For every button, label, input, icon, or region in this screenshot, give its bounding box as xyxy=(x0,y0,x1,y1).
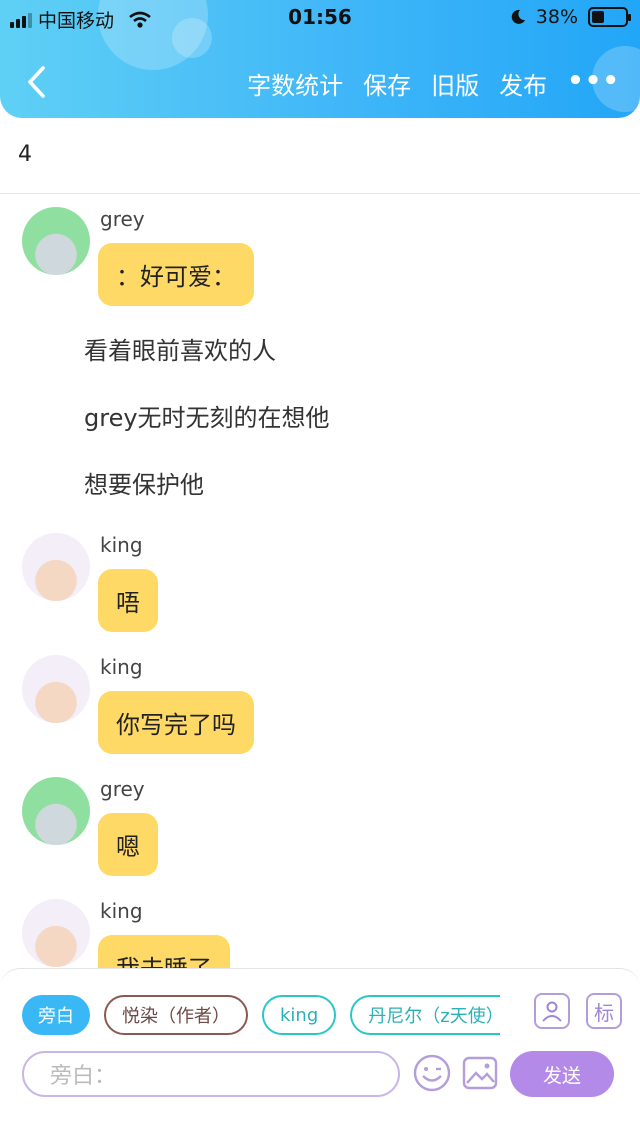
top-bar: 中国移动 01:56 38% 字数统计 保存 旧版 发布 ••• xyxy=(0,0,640,118)
narration-line[interactable]: 看着眼前喜欢的人 xyxy=(84,331,276,366)
message-bubble[interactable]: ：好可爱： xyxy=(98,243,254,306)
old-version-button[interactable]: 旧版 xyxy=(431,66,479,101)
narration-line[interactable]: grey无时无刻的在想他 xyxy=(84,398,330,433)
image-icon[interactable] xyxy=(460,1053,500,1093)
role-chips: 旁白 悦染（作者） king 丹尼尔（z天使） xyxy=(22,995,501,1035)
role-chip-author[interactable]: 悦染（作者） xyxy=(104,995,248,1035)
message-bubble[interactable]: 唔 xyxy=(98,569,158,632)
speaker-name: king xyxy=(100,899,143,923)
battery-fill xyxy=(592,11,605,23)
status-right: 38% xyxy=(510,6,631,28)
speaker-name: king xyxy=(100,533,143,557)
send-button[interactable]: 发送 xyxy=(510,1051,614,1097)
save-button[interactable]: 保存 xyxy=(363,66,411,101)
mark-button[interactable]: 标 xyxy=(586,993,622,1029)
status-bar: 中国移动 01:56 38% xyxy=(0,0,640,36)
moon-icon xyxy=(511,9,525,24)
nav-bar: 字数统计 保存 旧版 发布 ••• xyxy=(0,52,640,112)
avatar[interactable] xyxy=(22,533,90,601)
word-count-button[interactable]: 字数统计 xyxy=(247,66,343,101)
publish-button[interactable]: 发布 xyxy=(499,66,547,101)
composer-panel: 旁白 悦染（作者） king 丹尼尔（z天使） 标 旁白： 发送 xyxy=(0,968,640,1139)
document-title-row[interactable]: 4 xyxy=(0,118,640,194)
message-bubble[interactable]: 我去睡了 xyxy=(98,935,230,970)
avatar[interactable] xyxy=(22,655,90,723)
message-input[interactable]: 旁白： xyxy=(22,1051,400,1097)
nav-actions: 字数统计 保存 旧版 发布 ••• xyxy=(247,66,620,101)
avatar[interactable] xyxy=(22,899,90,967)
chevron-left-icon[interactable] xyxy=(18,62,54,102)
narration-line[interactable]: 想要保护他 xyxy=(84,465,204,500)
person-manage-icon[interactable] xyxy=(534,993,570,1029)
document-title: 4 xyxy=(18,142,32,167)
role-chip-king[interactable]: king xyxy=(262,995,337,1035)
message-bubble[interactable]: 你写完了吗 xyxy=(98,691,254,754)
more-dots-icon[interactable]: ••• xyxy=(567,66,620,101)
battery-icon xyxy=(588,7,631,27)
avatar[interactable] xyxy=(22,207,90,275)
role-chip-narrator[interactable]: 旁白 xyxy=(22,995,90,1035)
role-chip-daniel[interactable]: 丹尼尔（z天使） xyxy=(350,995,501,1035)
speaker-name: grey xyxy=(100,207,145,231)
speaker-name: king xyxy=(100,655,143,679)
chat-content[interactable]: grey ：好可爱： 看着眼前喜欢的人 grey无时无刻的在想他 想要保护他 k… xyxy=(0,195,640,970)
message-bubble[interactable]: 嗯 xyxy=(98,813,158,876)
battery-percent: 38% xyxy=(535,6,578,28)
speaker-name: grey xyxy=(100,777,145,801)
avatar[interactable] xyxy=(22,777,90,845)
emoji-icon[interactable] xyxy=(412,1053,452,1093)
